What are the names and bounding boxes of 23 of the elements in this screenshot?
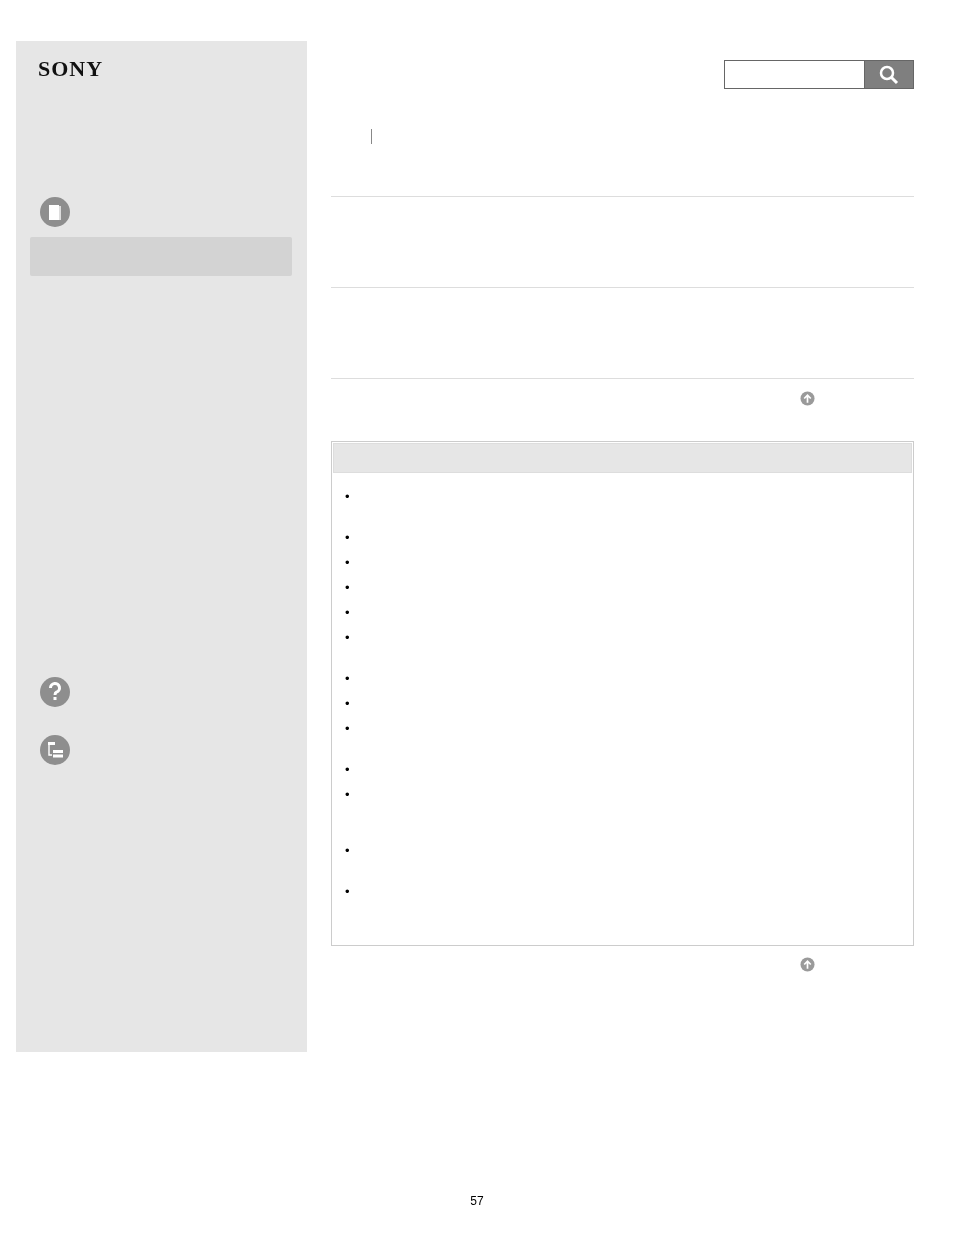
bullet: • — [345, 630, 350, 645]
search-button[interactable] — [864, 60, 914, 89]
logo[interactable]: SONY — [38, 57, 104, 81]
search-field[interactable] — [724, 60, 864, 89]
back-to-top-icon[interactable] — [800, 391, 815, 406]
bullet: • — [345, 671, 350, 686]
bullet: • — [345, 696, 350, 711]
bullet: • — [345, 787, 350, 802]
bullet: • — [345, 530, 350, 545]
bullet: • — [345, 555, 350, 570]
bullet: • — [345, 580, 350, 595]
book-icon[interactable] — [39, 196, 71, 228]
back-to-top-icon[interactable] — [800, 957, 815, 972]
tree-icon[interactable] — [39, 734, 71, 766]
search-icon — [879, 64, 899, 85]
bullet: • — [345, 843, 350, 858]
bullet: • — [345, 489, 350, 504]
bullet: • — [345, 721, 350, 736]
help-icon[interactable] — [39, 676, 71, 708]
bullet: • — [345, 762, 350, 777]
bullet: • — [345, 605, 350, 620]
page-number: 57 — [470, 1194, 484, 1208]
bullet: • — [345, 884, 350, 899]
